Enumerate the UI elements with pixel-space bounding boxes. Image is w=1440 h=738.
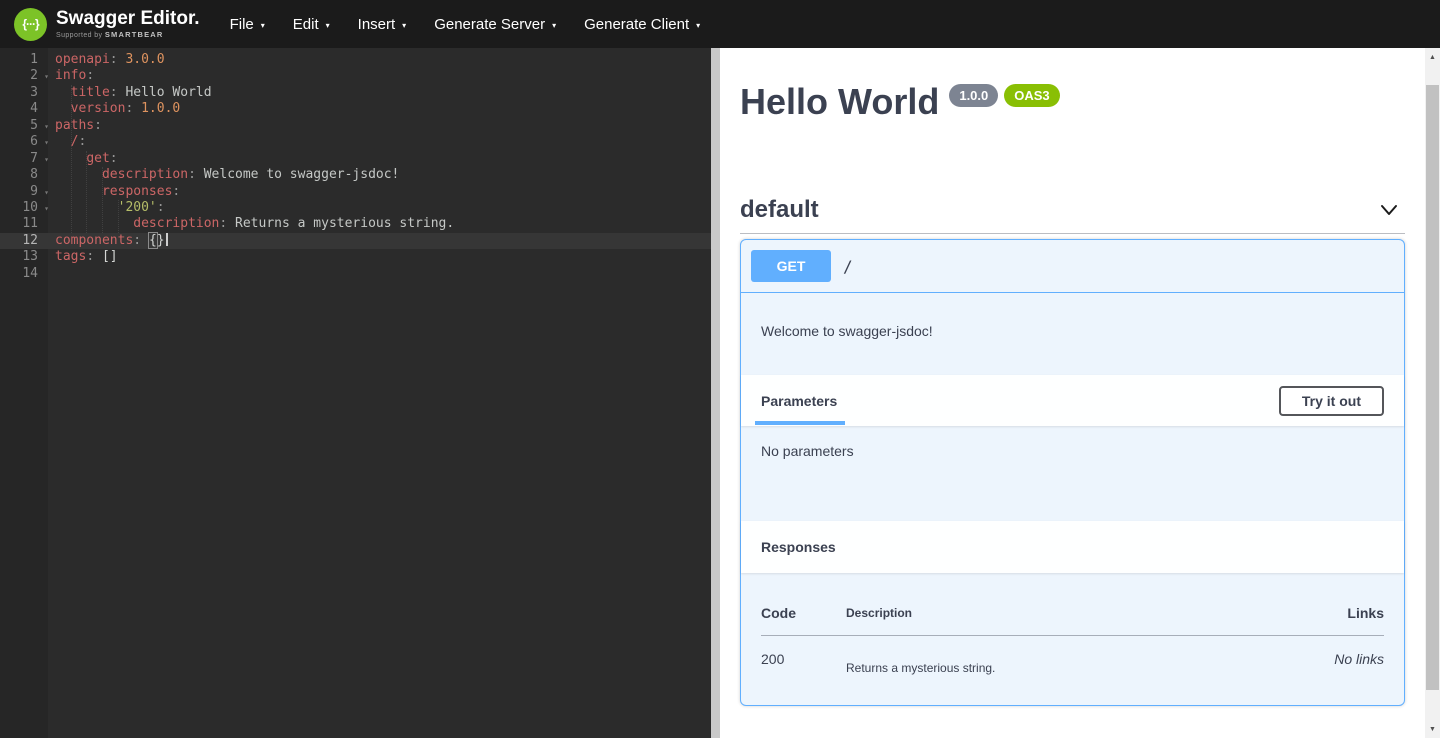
code-line: tags: []	[55, 249, 711, 265]
menu-label: File	[230, 16, 254, 33]
page-title: Hello World	[740, 82, 939, 122]
chevron-down-icon: ▾	[552, 21, 556, 30]
menu-label: Insert	[358, 16, 396, 33]
oas3-badge: OAS3	[1004, 84, 1059, 107]
line-number: 3	[0, 85, 48, 101]
operation-summary[interactable]: GET /	[741, 240, 1404, 293]
editor-pane: 12▾345▾6▾7▾89▾10▾11121314 openapi: 3.0.0…	[0, 48, 711, 738]
api-info: Hello World 1.0.0 OAS3	[740, 82, 1405, 122]
line-number: 4	[0, 101, 48, 117]
tag-section-default[interactable]: default	[740, 195, 1405, 234]
line-number: 12	[0, 233, 48, 249]
menu-edit[interactable]: Edit ▾	[281, 10, 342, 39]
line-number: 10▾	[0, 200, 48, 216]
text-cursor	[166, 233, 168, 246]
yaml-editor[interactable]: openapi: 3.0.0info: title: Hello World v…	[48, 48, 711, 738]
code-line: responses:	[55, 184, 711, 200]
menu-label: Generate Server	[434, 16, 545, 33]
scrollbar-down-arrow[interactable]: ▼	[1425, 722, 1440, 736]
code-line: info:	[55, 68, 711, 84]
menu-label: Generate Client	[584, 16, 689, 33]
app-title: Swagger Editor.	[56, 9, 200, 29]
swagger-logo[interactable]: {···} Swagger Editor. Supported by SMART…	[14, 8, 200, 41]
line-number: 9▾	[0, 184, 48, 200]
chevron-down-icon: ▾	[402, 21, 406, 30]
method-badge: GET	[751, 250, 831, 282]
parameters-label: Parameters	[761, 393, 837, 409]
chevron-down-icon[interactable]	[1377, 198, 1401, 222]
chevron-down-icon: ▾	[326, 21, 330, 30]
chevron-down-icon: ▾	[696, 21, 700, 30]
line-number: 7▾	[0, 151, 48, 167]
try-it-out-button[interactable]: Try it out	[1279, 386, 1384, 416]
swagger-ui-pane: Hello World 1.0.0 OAS3 default GET / Wel…	[720, 48, 1425, 738]
menu-generate-server[interactable]: Generate Server ▾	[422, 10, 568, 39]
line-number: 6▾	[0, 134, 48, 150]
scrollbar[interactable]: ▲ ▼	[1425, 48, 1440, 738]
operation-description: Welcome to swagger-jsdoc!	[741, 293, 1404, 375]
smartbear-logo: SMARTBEAR	[105, 30, 164, 39]
topbar-menus: File▾Edit▾Insert▾Generate Server▾Generat…	[214, 10, 713, 39]
column-header-description: Description	[846, 593, 1250, 636]
parameters-header: Parameters Try it out	[741, 375, 1404, 426]
swagger-braces-icon: {···}	[14, 8, 47, 41]
scrollbar-up-arrow[interactable]: ▲	[1425, 50, 1440, 64]
line-number: 8	[0, 167, 48, 183]
pane-splitter[interactable]	[711, 48, 720, 738]
no-parameters-text: No parameters	[761, 443, 854, 459]
code-line	[55, 266, 711, 282]
editor-gutter: 12▾345▾6▾7▾89▾10▾11121314	[0, 48, 48, 738]
code-line: description: Returns a mysterious string…	[55, 216, 711, 232]
version-badge: 1.0.0	[949, 84, 998, 107]
tab-parameters[interactable]: Parameters	[761, 375, 837, 426]
line-number: 1	[0, 52, 48, 68]
code-line: version: 1.0.0	[55, 101, 711, 117]
line-number: 5▾	[0, 118, 48, 134]
menu-file[interactable]: File ▾	[218, 10, 277, 39]
response-links: No links	[1250, 636, 1385, 676]
topbar: {···} Swagger Editor. Supported by SMART…	[0, 0, 1440, 48]
code-line: '200':	[55, 200, 711, 216]
opblock-get: GET / Welcome to swagger-jsdoc! Paramete…	[740, 239, 1405, 706]
chevron-down-icon: ▾	[261, 21, 265, 30]
response-code: 200	[761, 636, 846, 676]
code-line: get:	[55, 151, 711, 167]
code-line: description: Welcome to swagger-jsdoc!	[55, 167, 711, 183]
responses-label: Responses	[761, 539, 836, 555]
supported-by-label: Supported by SMARTBEAR	[56, 30, 200, 39]
operation-path: /	[843, 257, 853, 276]
responses-table: Code Description Links 200 Returns a mys…	[761, 593, 1384, 675]
tag-name: default	[740, 195, 819, 225]
line-number: 13	[0, 249, 48, 265]
code-line: title: Hello World	[55, 85, 711, 101]
code-line: openapi: 3.0.0	[55, 52, 711, 68]
menu-label: Edit	[293, 16, 319, 33]
responses-body: Code Description Links 200 Returns a mys…	[741, 573, 1404, 705]
column-header-links: Links	[1250, 593, 1385, 636]
scrollbar-thumb[interactable]	[1426, 85, 1439, 690]
code-line: components: {}	[48, 233, 711, 249]
code-line: /:	[55, 134, 711, 150]
responses-header: Responses	[741, 521, 1404, 573]
column-header-code: Code	[761, 593, 846, 636]
menu-insert[interactable]: Insert ▾	[346, 10, 419, 39]
parameters-body: No parameters	[741, 426, 1404, 521]
line-number: 2▾	[0, 68, 48, 84]
menu-generate-client[interactable]: Generate Client ▾	[572, 10, 712, 39]
line-number: 14	[0, 266, 48, 282]
line-number: 11	[0, 216, 48, 232]
response-row-200: 200 Returns a mysterious string. No link…	[761, 636, 1384, 676]
code-line: paths:	[55, 118, 711, 134]
response-description: Returns a mysterious string.	[846, 636, 1250, 676]
